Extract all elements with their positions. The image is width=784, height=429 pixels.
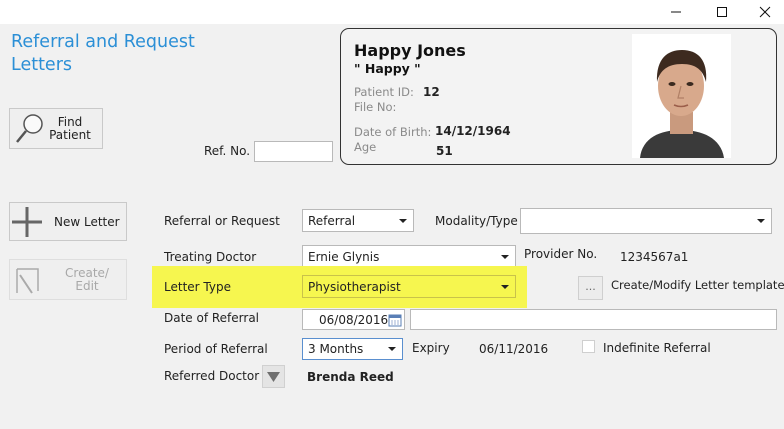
- letter-type-label: Letter Type: [164, 280, 231, 294]
- create-edit-button[interactable]: Create/ Edit: [9, 259, 127, 300]
- patient-name: Happy Jones: [354, 41, 466, 60]
- indefinite-referral-label: Indefinite Referral: [603, 341, 711, 355]
- calendar-icon[interactable]: [388, 313, 402, 327]
- referral-or-request-value: Referral: [308, 214, 356, 228]
- find-patient-label-line-1: Find: [57, 114, 83, 129]
- treating-doctor-label: Treating Doctor: [164, 250, 257, 264]
- page-title-line-1: Referral and Request: [11, 32, 195, 52]
- patient-portrait-icon: [632, 34, 731, 158]
- date-of-referral-input[interactable]: 06/08/2016: [302, 309, 405, 330]
- new-letter-button[interactable]: New Letter: [9, 202, 127, 241]
- patient-photo: [632, 34, 731, 158]
- create-edit-label: Create/ Edit: [54, 265, 120, 293]
- modality-type-label: Modality/Type: [435, 214, 518, 228]
- plus-icon: [12, 206, 42, 237]
- provider-no-value: 1234567a1: [620, 250, 689, 264]
- close-icon: [759, 6, 770, 18]
- minimize-button[interactable]: [653, 0, 699, 24]
- find-patient-label: Find Patient: [44, 114, 96, 142]
- ref-no-label: Ref. No.: [204, 144, 251, 158]
- chevron-down-icon: [399, 219, 407, 223]
- expiry-value: 06/11/2016: [479, 342, 549, 356]
- edit-icon: [16, 267, 39, 294]
- page-title: Referral and Request Letters: [11, 31, 241, 77]
- maximize-icon: [717, 7, 727, 17]
- title-bar: [0, 0, 784, 24]
- letter-type-select[interactable]: Physiotherapist: [302, 275, 516, 298]
- period-of-referral-select[interactable]: 3 Months: [302, 338, 403, 360]
- templates-button[interactable]: ...: [578, 276, 603, 300]
- referred-doctor-value: Brenda Reed: [307, 370, 394, 384]
- treating-doctor-select[interactable]: Ernie Glynis: [302, 245, 516, 268]
- close-button[interactable]: [745, 0, 784, 24]
- patient-id-label: Patient ID:: [354, 85, 414, 99]
- letter-type-value: Physiotherapist: [308, 280, 401, 294]
- chevron-down-icon: [388, 347, 396, 351]
- expiry-label: Expiry: [412, 341, 450, 355]
- chevron-down-icon: [501, 285, 509, 289]
- dob-value: 14/12/1964: [435, 124, 511, 138]
- page-title-line-2: Letters: [11, 55, 73, 75]
- create-edit-label-line-1: Create/: [65, 265, 109, 280]
- referred-doctor-label: Referred Doctor: [164, 369, 260, 383]
- patient-nickname: " Happy ": [354, 61, 421, 76]
- date-of-referral-note-input[interactable]: [410, 309, 777, 330]
- minimize-icon: [671, 11, 681, 13]
- new-letter-label: New Letter: [54, 214, 120, 229]
- date-of-referral-label: Date of Referral: [164, 311, 260, 325]
- referred-doctor-dropdown-button[interactable]: [262, 365, 285, 388]
- age-label: Age: [354, 140, 377, 154]
- file-no-label: File No:: [354, 100, 397, 114]
- create-edit-label-line-2: Edit: [75, 278, 99, 293]
- find-patient-button[interactable]: Find Patient: [9, 108, 103, 149]
- patient-id-value: 12: [423, 85, 440, 99]
- find-patient-label-line-2: Patient: [49, 127, 91, 142]
- provider-no-label: Provider No.: [524, 247, 598, 261]
- ref-no-input[interactable]: [254, 141, 333, 162]
- magnifier-icon: [16, 113, 43, 143]
- dob-label: Date of Birth:: [354, 125, 432, 139]
- chevron-down-icon: [757, 219, 765, 223]
- templates-label[interactable]: Create/Modify Letter templates: [611, 278, 784, 292]
- referral-or-request-select[interactable]: Referral: [302, 209, 414, 232]
- referral-or-request-label: Referral or Request: [164, 214, 280, 228]
- modality-type-select[interactable]: [520, 208, 772, 234]
- period-of-referral-value: 3 Months: [308, 342, 364, 356]
- chevron-down-icon: [501, 255, 509, 259]
- treating-doctor-value: Ernie Glynis: [308, 250, 380, 264]
- date-of-referral-value: 06/08/2016: [319, 313, 389, 327]
- indefinite-referral-checkbox[interactable]: [582, 340, 595, 353]
- age-value: 51: [436, 144, 453, 158]
- maximize-button[interactable]: [699, 0, 745, 24]
- triangle-down-icon: [267, 372, 280, 382]
- patient-card: Happy Jones " Happy " Patient ID: 12 Fil…: [340, 28, 777, 165]
- period-of-referral-label: Period of Referral: [164, 342, 268, 356]
